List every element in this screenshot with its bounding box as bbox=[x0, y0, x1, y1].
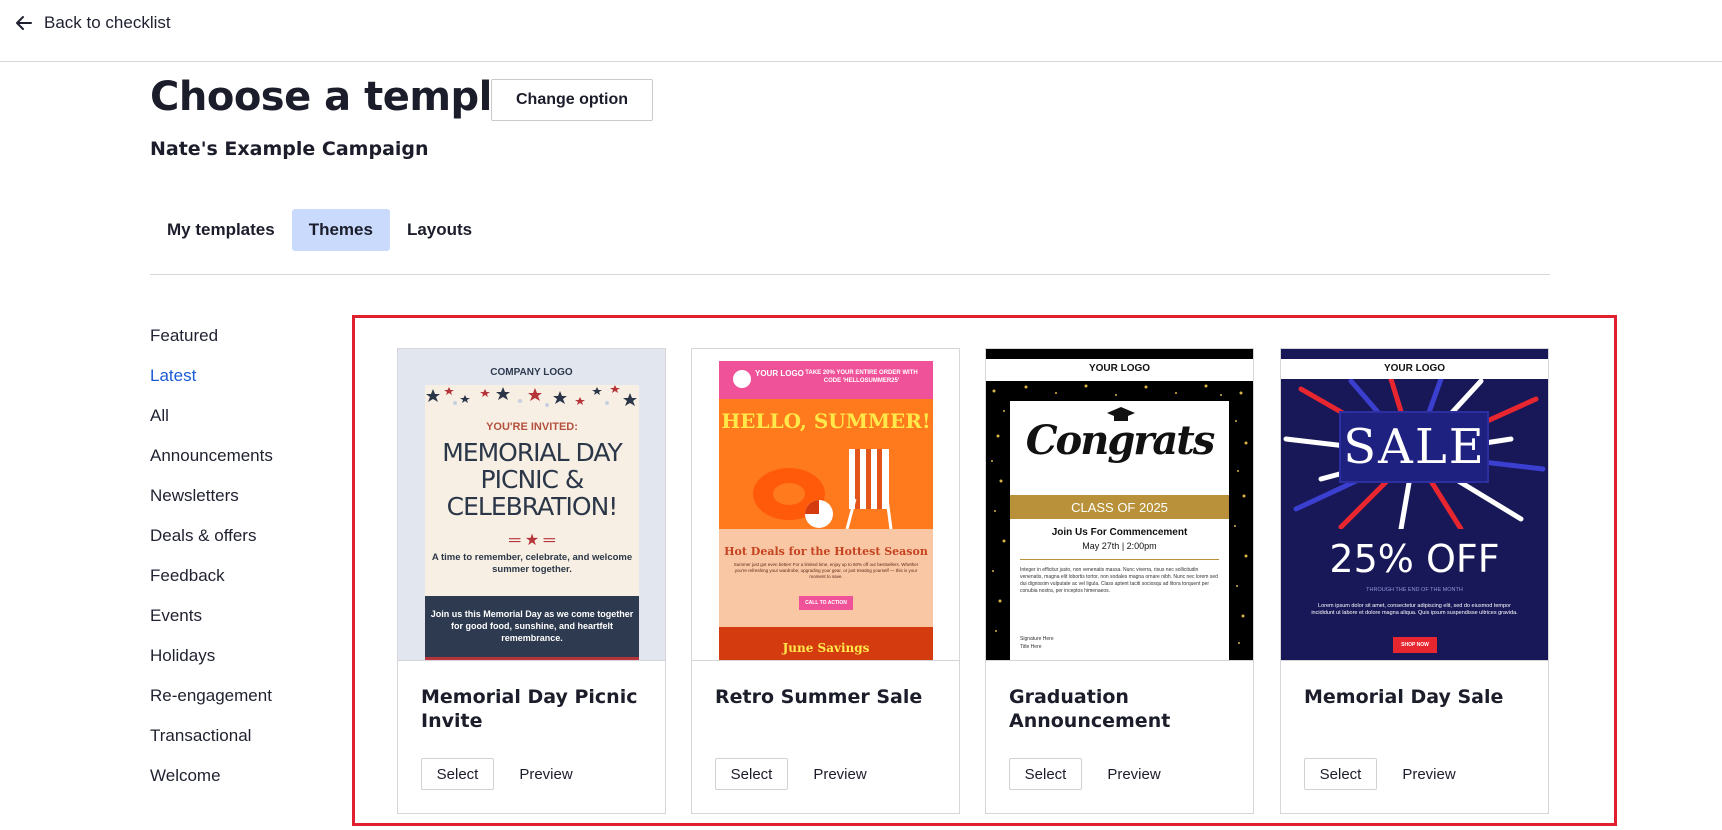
thumb-headline: MEMORIAL DAY PICNIC & CELEBRATION! bbox=[442, 438, 623, 521]
thumb-through: THROUGH THE END OF THE MONTH bbox=[1366, 587, 1463, 593]
select-button[interactable]: Select bbox=[1304, 758, 1377, 790]
thumb-panel: YOU'RE INVITED: MEMORIAL DAY PICNIC & CE… bbox=[425, 385, 639, 660]
thumb-cta: CALL TO ACTION bbox=[799, 596, 853, 610]
logo-circle-icon bbox=[733, 370, 751, 388]
template-tabs: My templates Themes Layouts bbox=[150, 209, 489, 251]
category-latest[interactable]: Latest bbox=[150, 363, 273, 403]
campaign-name: Nate's Example Campaign bbox=[150, 138, 429, 160]
title-text: Title Here bbox=[1020, 644, 1042, 650]
tab-layouts[interactable]: Layouts bbox=[390, 209, 489, 251]
select-button[interactable]: Select bbox=[1009, 758, 1082, 790]
thumb-signature: Signature Here Title Here bbox=[1020, 635, 1054, 651]
template-title: Retro Summer Sale bbox=[715, 686, 923, 708]
thumb-gold-line bbox=[1020, 559, 1219, 560]
preview-button[interactable]: Preview bbox=[1389, 758, 1469, 790]
thumb-hello: HELLO, SUMMER! bbox=[721, 409, 931, 433]
template-card-retro-summer-sale[interactable]: YOUR LOGO TAKE 20% YOUR ENTIRE ORDER WIT… bbox=[691, 348, 960, 814]
thumb-join: Join Us For Commencement bbox=[1051, 527, 1188, 538]
template-thumbnail[interactable]: COMPANY LOGO YOU'RE INVITED: MEMORIAL DA… bbox=[398, 349, 665, 661]
change-option-button[interactable]: Change option bbox=[491, 79, 653, 121]
category-list: Featured Latest All Announcements Newsle… bbox=[150, 323, 273, 803]
category-announcements[interactable]: Announcements bbox=[150, 443, 273, 483]
category-featured[interactable]: Featured bbox=[150, 323, 273, 363]
thumb-logo: YOUR LOGO bbox=[755, 369, 804, 378]
preview-button[interactable]: Preview bbox=[800, 758, 880, 790]
star-divider-icon: ═ ★ ═ bbox=[509, 532, 555, 549]
back-label: Back to checklist bbox=[44, 13, 171, 32]
select-button[interactable]: Select bbox=[421, 758, 494, 790]
beach-chair-float-icon bbox=[753, 449, 893, 530]
thumb-body-text: Summer just got even better! For a limit… bbox=[733, 562, 919, 579]
thumb-logo: YOUR LOGO bbox=[1383, 363, 1446, 374]
category-feedback[interactable]: Feedback bbox=[150, 563, 273, 603]
thumb-class-of: CLASS OF 2025 bbox=[1071, 500, 1168, 515]
select-button[interactable]: Select bbox=[715, 758, 788, 790]
category-all[interactable]: All bbox=[150, 403, 273, 443]
category-events[interactable]: Events bbox=[150, 603, 273, 643]
category-welcome[interactable]: Welcome bbox=[150, 763, 273, 803]
signature-text: Signature Here bbox=[1020, 636, 1054, 642]
preview-button[interactable]: Preview bbox=[1094, 758, 1174, 790]
thumb-date: May 27th | 2:00pm bbox=[1082, 541, 1157, 551]
tab-themes[interactable]: Themes bbox=[291, 209, 390, 251]
arrow-left-icon bbox=[16, 16, 32, 30]
template-title: Graduation Announcement bbox=[1009, 686, 1171, 732]
back-to-checklist-link[interactable]: Back to checklist bbox=[14, 10, 171, 36]
category-holidays[interactable]: Holidays bbox=[150, 643, 273, 683]
thumb-logo: YOUR LOGO bbox=[1088, 363, 1151, 374]
stars-garland-icon bbox=[425, 385, 639, 411]
thumb-hot-deals: Hot Deals for the Hottest Season bbox=[724, 545, 928, 558]
category-re-engagement[interactable]: Re-engagement bbox=[150, 683, 273, 723]
thumb-body-text: Integer in efficitur justo, non venenati… bbox=[1020, 567, 1218, 594]
template-title: Memorial Day Sale bbox=[1304, 686, 1504, 708]
tab-my-templates[interactable]: My templates bbox=[150, 209, 292, 251]
thumb-dark-text: Join us this Memorial Day as we come tog… bbox=[430, 609, 634, 643]
category-transactional[interactable]: Transactional bbox=[150, 723, 273, 763]
template-title: Memorial Day Picnic Invite bbox=[421, 686, 638, 732]
thumb-subtext: A time to remember, celebrate, and welco… bbox=[431, 552, 633, 575]
thumb-off: 25% OFF bbox=[1329, 537, 1500, 581]
thumb-body-text: Lorem ipsum dolor sit amet, consectetur … bbox=[1311, 603, 1518, 616]
top-bar: Back to checklist bbox=[0, 0, 1722, 62]
thumb-cta: SHOP NOW bbox=[1393, 637, 1437, 653]
category-newsletters[interactable]: Newsletters bbox=[150, 483, 273, 523]
thumb-logo: COMPANY LOGO bbox=[490, 367, 573, 378]
preview-button[interactable]: Preview bbox=[506, 758, 586, 790]
category-deals-offers[interactable]: Deals & offers bbox=[150, 523, 273, 563]
template-thumbnail[interactable]: YOUR LOGO TAKE 20% YOUR ENTIRE ORDER WIT… bbox=[692, 349, 959, 661]
template-thumbnail[interactable]: YOUR LOGO SALE 25% OFF THROUGH THE END O… bbox=[1281, 349, 1548, 661]
thumb-panel: YOUR LOGO TAKE 20% YOUR ENTIRE ORDER WIT… bbox=[719, 361, 933, 660]
template-card-memorial-day-sale[interactable]: YOUR LOGO SALE 25% OFF THROUGH THE END O… bbox=[1280, 348, 1549, 814]
thumb-red-line bbox=[425, 657, 639, 660]
template-card-graduation-announcement[interactable]: YOUR LOGO Congrats CLASS OF 2025 Join Us… bbox=[985, 348, 1254, 814]
thumb-congrats: Congrats bbox=[1025, 417, 1216, 464]
template-thumbnail[interactable]: YOUR LOGO Congrats CLASS OF 2025 Join Us… bbox=[986, 349, 1253, 661]
thumb-june: June Savings bbox=[782, 641, 870, 655]
thumb-promo: TAKE 20% YOUR ENTIRE ORDER WITH CODE 'HE… bbox=[805, 370, 918, 384]
thumb-sale: SALE bbox=[1343, 419, 1486, 475]
template-card-memorial-day-picnic[interactable]: COMPANY LOGO YOU'RE INVITED: MEMORIAL DA… bbox=[397, 348, 666, 814]
tabs-divider bbox=[150, 274, 1550, 275]
thumb-invited: YOU'RE INVITED: bbox=[486, 421, 578, 433]
